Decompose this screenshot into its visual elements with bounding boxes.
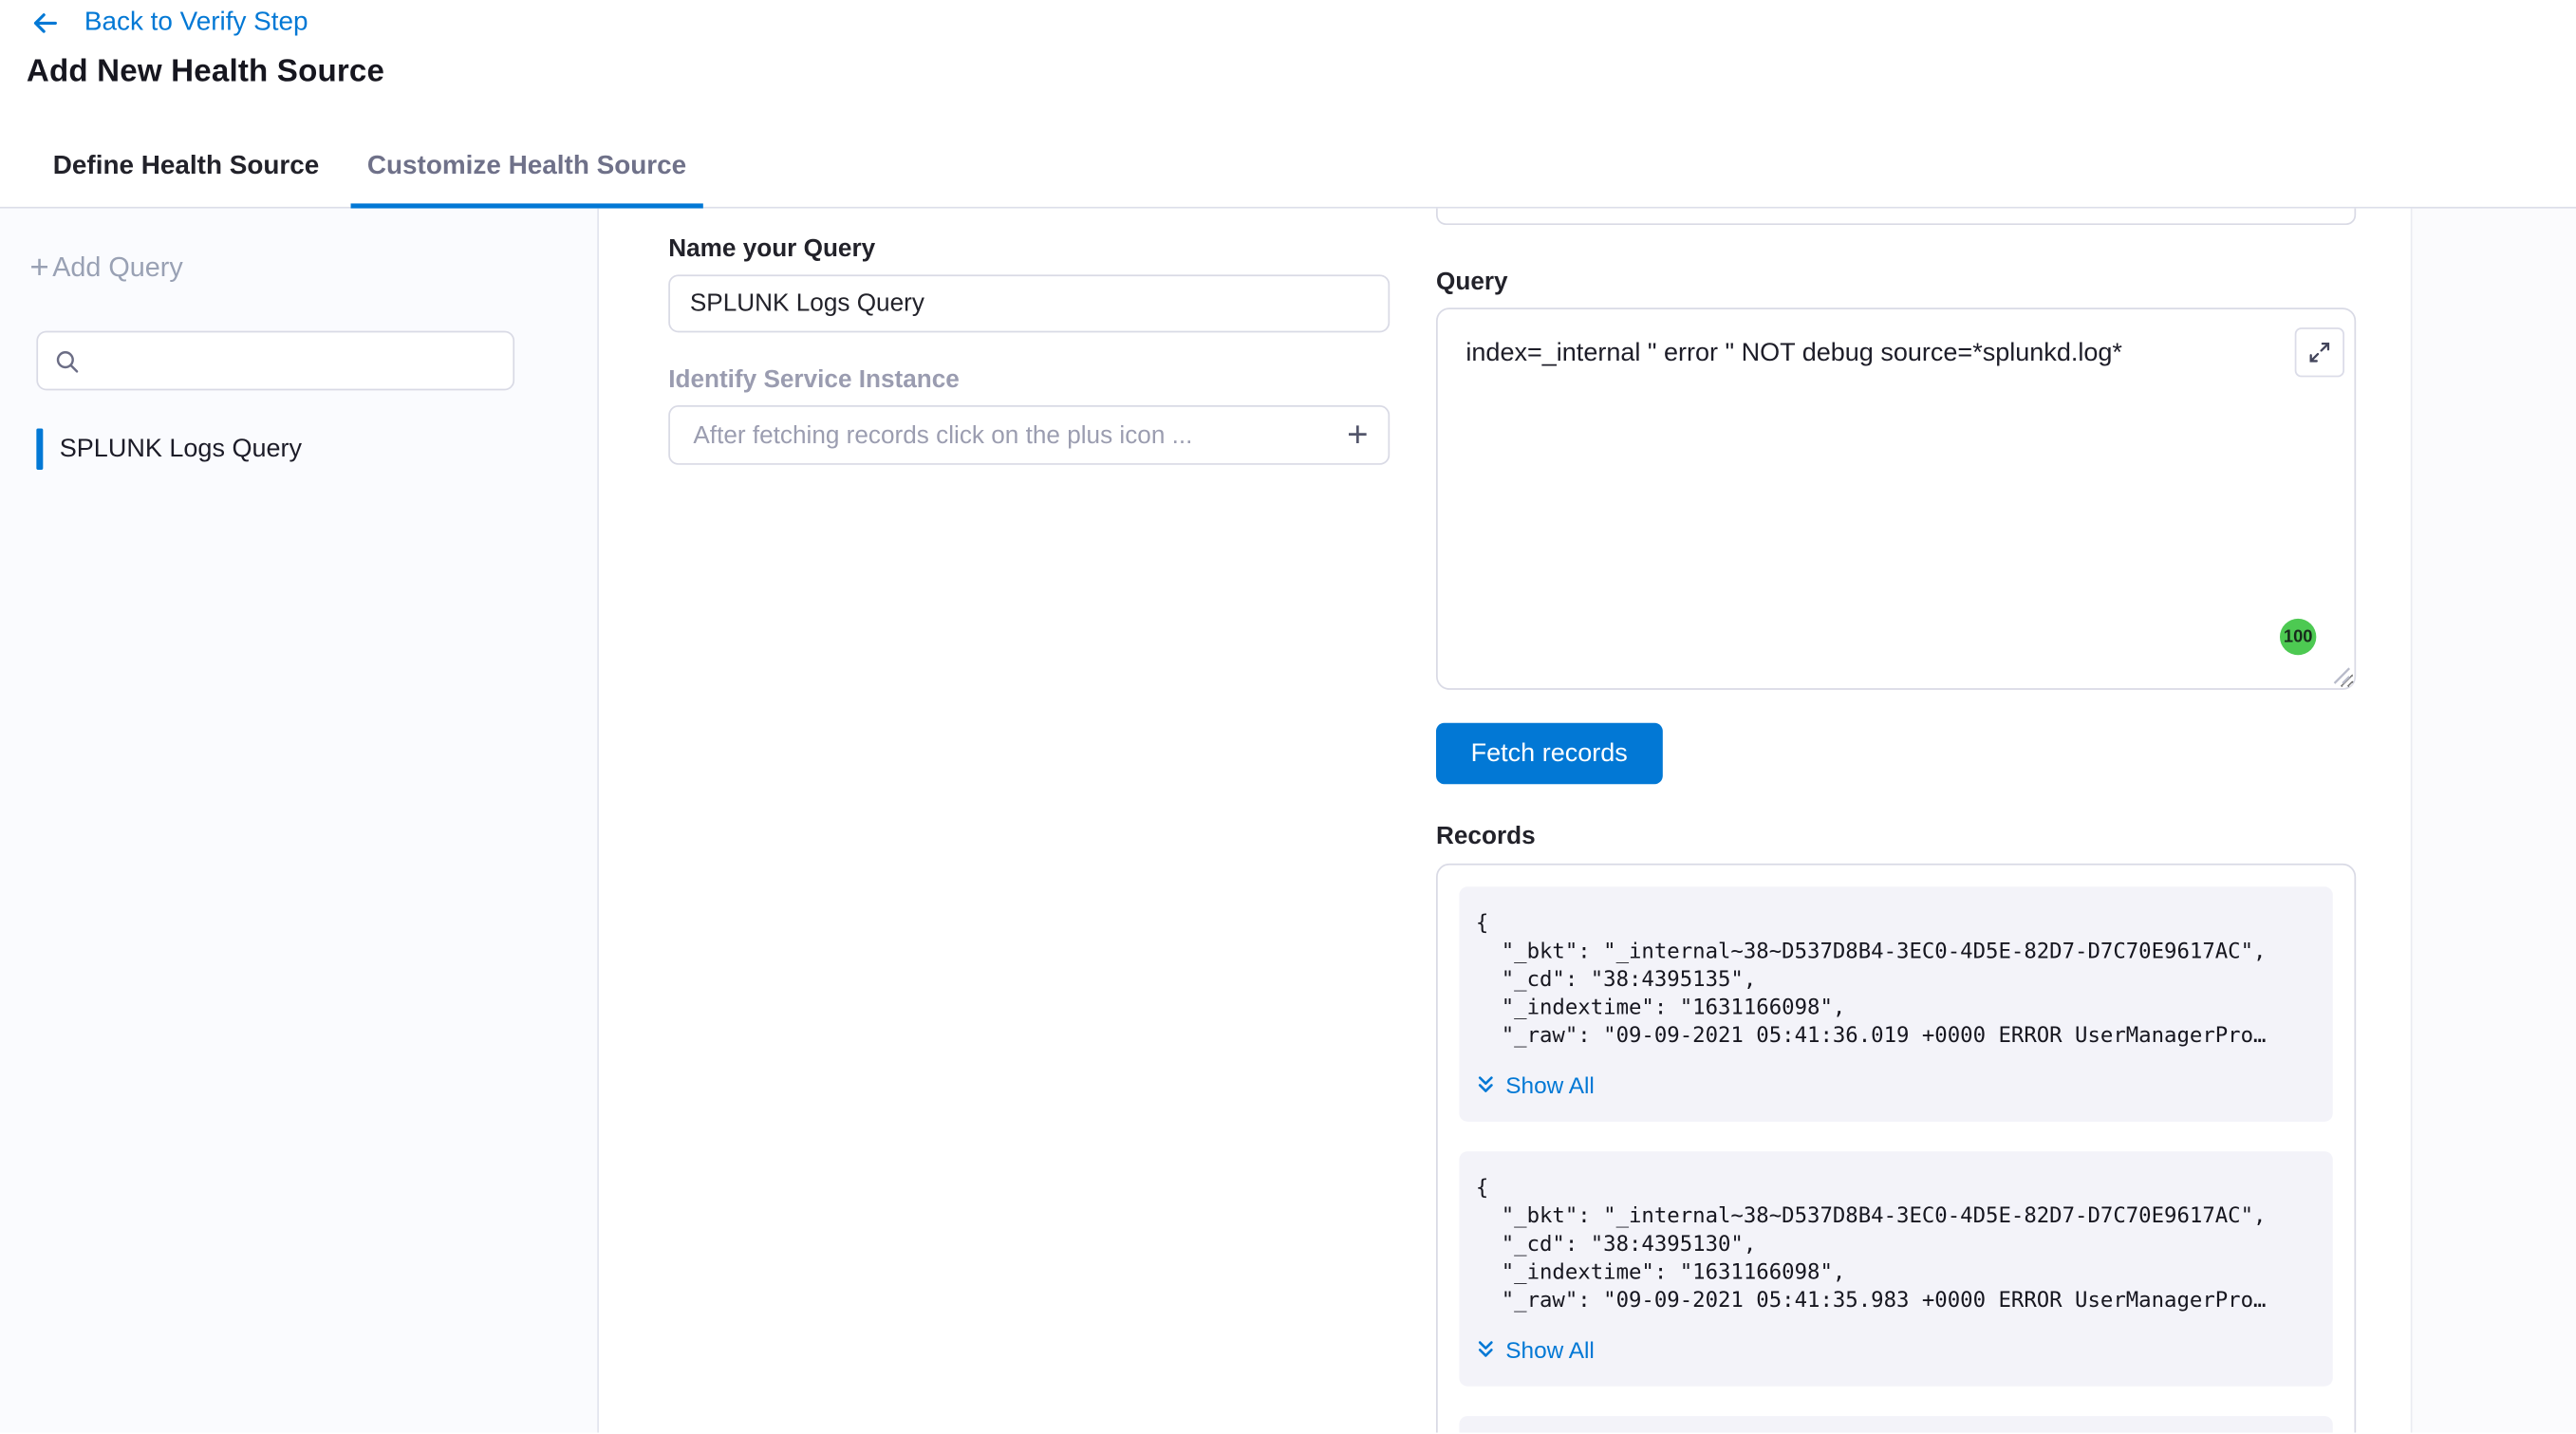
- show-all-link[interactable]: Show All: [1476, 1072, 2316, 1099]
- search-box: [36, 331, 514, 391]
- page-title: Add New Health Source: [27, 55, 384, 91]
- record-count-badge: 100: [2280, 619, 2316, 655]
- truncated-top-input[interactable]: [1436, 209, 2356, 225]
- add-query-button[interactable]: + Add Query: [29, 251, 182, 285]
- search-input[interactable]: [93, 345, 496, 376]
- show-all-label: Show All: [1505, 1336, 1595, 1363]
- expand-query-button[interactable]: [2295, 327, 2344, 377]
- record-json-line: "_cd": "38:4395135",: [1476, 966, 2316, 995]
- add-service-instance-button[interactable]: +: [1344, 417, 1372, 453]
- double-chevron-down-icon: [1476, 1340, 1496, 1360]
- page-header: Back to Verify Step Add New Health Sourc…: [0, 0, 2576, 209]
- double-chevron-down-icon: [1476, 1075, 1496, 1095]
- record-json-line: "_raw": "09-09-2021 05:41:36.019 +0000 E…: [1476, 1022, 2316, 1051]
- record-json-line: "_cd": "38:4395130",: [1476, 1231, 2316, 1259]
- tab-bar: Define Health Source Customize Health So…: [0, 125, 2576, 208]
- service-instance-label: Identify Service Instance: [668, 365, 960, 394]
- selected-indicator-bar: [36, 428, 43, 470]
- sidebar-item-splunk-logs-query[interactable]: SPLUNK Logs Query: [36, 428, 302, 470]
- record-json-line: "_bkt": "_internal~38~D537D8B4-3EC0-4D5E…: [1476, 1202, 2316, 1231]
- query-label: Query: [1436, 268, 1508, 296]
- back-link-label: Back to Verify Step: [84, 9, 308, 38]
- query-sidebar: + Add Query SPLUNK Logs Query: [0, 209, 599, 1433]
- record-json-line: "_bkt": "_internal~38~D537D8B4-3EC0-4D5E…: [1476, 938, 2316, 966]
- add-query-label: Add Query: [52, 252, 182, 284]
- query-form-panel: Name your Query Identify Service Instanc…: [599, 209, 1407, 1433]
- service-instance-input[interactable]: [690, 419, 1344, 451]
- show-all-label: Show All: [1505, 1072, 1595, 1099]
- add-health-source-page: Back to Verify Step Add New Health Sourc…: [0, 0, 2576, 1434]
- back-link[interactable]: Back to Verify Step: [29, 9, 308, 38]
- record-json-line: {: [1476, 910, 2316, 939]
- record-card: { "_bkt": "_internal~38~D537D8B4-3EC0-4D…: [1459, 886, 2332, 1122]
- record-json-line: "_indextime": "1631166098",: [1476, 1258, 2316, 1287]
- page-body: + Add Query SPLUNK Logs Query Name your …: [0, 209, 2576, 1433]
- record-json-line: "_indextime": "1631166098",: [1476, 995, 2316, 1023]
- name-query-label: Name your Query: [668, 235, 875, 264]
- expand-icon: [2308, 341, 2331, 363]
- tab-define-health-source[interactable]: Define Health Source: [36, 125, 335, 206]
- records-label: Records: [1436, 822, 1536, 850]
- service-instance-field: +: [668, 405, 1390, 465]
- record-card: { "_bkt": "_internal~38~D537D8B4-3EC0-4D…: [1459, 1151, 2332, 1387]
- records-panel: { "_bkt": "_internal~38~D537D8B4-3EC0-4D…: [1436, 864, 2356, 1433]
- plus-icon: +: [29, 251, 48, 285]
- query-results-panel: Query index=_internal " error " NOT debu…: [1407, 209, 2411, 1433]
- record-json-line: {: [1476, 1175, 2316, 1203]
- query-textarea[interactable]: index=_internal " error " NOT debug sour…: [1436, 307, 2356, 690]
- right-gutter: [2411, 209, 2576, 1433]
- back-arrow-icon: [29, 9, 59, 38]
- name-query-input[interactable]: [668, 274, 1390, 332]
- query-editor: index=_internal " error " NOT debug sour…: [1436, 307, 2356, 690]
- search-icon: [55, 348, 80, 373]
- query-item-label: SPLUNK Logs Query: [60, 435, 302, 464]
- fetch-records-button[interactable]: Fetch records: [1436, 723, 1662, 784]
- tab-customize-health-source[interactable]: Customize Health Source: [350, 125, 702, 206]
- record-json-line: "_raw": "09-09-2021 05:41:35.983 +0000 E…: [1476, 1287, 2316, 1315]
- record-card-partial: [1459, 1416, 2332, 1432]
- show-all-link[interactable]: Show All: [1476, 1336, 2316, 1363]
